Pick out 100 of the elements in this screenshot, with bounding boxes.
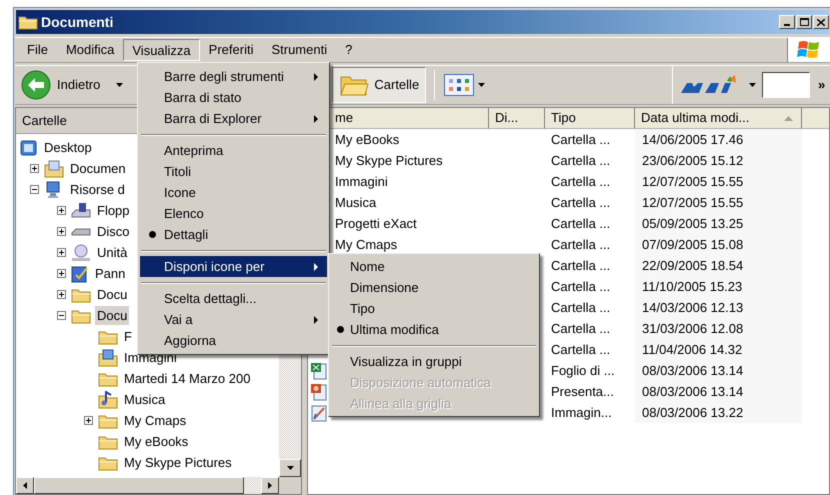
radio-bullet-icon — [337, 326, 344, 333]
collapse-toggle[interactable] — [57, 311, 66, 320]
table-cell-text: 07/09/2005 15.08 — [642, 236, 744, 254]
sort-arrow-icon — [784, 116, 793, 120]
column-header[interactable]: Di... — [489, 108, 545, 129]
expand-toggle[interactable] — [30, 164, 39, 173]
close-button[interactable] — [813, 15, 829, 29]
back-button[interactable]: Indietro — [15, 68, 128, 102]
search-field[interactable] — [762, 72, 810, 98]
menu-bar-item[interactable]: File — [18, 39, 57, 61]
collapse-toggle[interactable] — [30, 185, 39, 194]
menu-item[interactable]: Dettagli — [140, 224, 327, 245]
menu-item[interactable]: Vai a — [140, 309, 327, 330]
scroll-down-button[interactable] — [279, 459, 301, 477]
tree-item[interactable]: Docu — [95, 306, 130, 326]
table-cell-text: 08/03/2006 13.14 — [642, 382, 744, 401]
caret-icon[interactable] — [478, 83, 486, 87]
tree-item[interactable]: My eBooks — [122, 432, 190, 452]
column-header[interactable]: Tipo — [545, 108, 635, 129]
scroll-thumb[interactable] — [34, 477, 244, 494]
tree-item[interactable]: My Skype Pictures — [122, 452, 234, 472]
folder-icon — [98, 454, 118, 470]
expand-toggle[interactable] — [57, 269, 66, 278]
table-cell: Cartella ... — [551, 216, 610, 231]
table-cell-text: 12/07/2005 15.55 — [642, 172, 744, 191]
file-name[interactable]: Immagini — [335, 172, 388, 192]
control-panel-icon — [71, 264, 89, 282]
documents-folder-icon — [44, 160, 64, 178]
tree-item[interactable]: Risorse d — [68, 180, 127, 200]
table-cell: Cartella ... — [551, 152, 610, 168]
menu-bar-item[interactable]: ? — [336, 39, 362, 61]
folder-icon — [18, 14, 38, 30]
pane-title: Cartelle — [22, 112, 67, 130]
caret-icon[interactable] — [749, 83, 756, 87]
file-name[interactable]: Musica — [335, 192, 376, 212]
close-icon — [817, 18, 825, 26]
table-cell: Cartella ... — [551, 300, 610, 315]
menu-item[interactable]: Nome — [331, 256, 537, 277]
menu-item[interactable]: Visualizza in gruppi — [331, 351, 537, 372]
file-name[interactable]: Progetti eXact — [335, 214, 417, 234]
tree-item[interactable]: Unità — [95, 242, 130, 262]
table-cell: Cartella ... — [551, 258, 610, 273]
file-name[interactable]: My Cmaps — [335, 234, 398, 254]
windows-logo-icon — [797, 39, 821, 61]
left-arrow-icon — [23, 482, 27, 489]
presentation-file-icon — [311, 382, 327, 400]
pictures-folder-icon — [98, 348, 118, 366]
menu-item[interactable]: Titoli — [140, 161, 327, 182]
expand-toggle[interactable] — [57, 227, 66, 236]
tree-item[interactable]: Docu — [95, 284, 130, 304]
down-arrow-icon — [286, 466, 294, 470]
tree-item[interactable]: Musica — [122, 390, 168, 410]
menu-bar-item[interactable]: Modifica — [56, 39, 124, 61]
table-cell: Cartella ... — [551, 342, 610, 357]
menu-bar-item[interactable]: Preferiti — [200, 39, 262, 61]
table-cell-text: 05/09/2005 13.25 — [642, 214, 744, 233]
tree-item[interactable]: Disco — [95, 222, 132, 242]
menu-item[interactable]: Barre degli strumenti — [140, 66, 327, 87]
tree-item[interactable]: My Cmaps — [122, 410, 188, 430]
file-name[interactable]: My Skype Pictures — [335, 150, 443, 170]
table-cell: Cartella ... — [551, 174, 610, 189]
menu-item[interactable]: Elenco — [140, 203, 327, 224]
menu-item[interactable]: Tipo — [331, 298, 537, 319]
tree-item[interactable]: Documen — [68, 158, 128, 178]
scroll-right-button[interactable] — [261, 477, 279, 494]
menu-item[interactable]: Aggiorna — [140, 330, 327, 351]
expand-toggle[interactable] — [84, 416, 93, 425]
folder-icon — [98, 370, 118, 386]
tree-item[interactable]: F — [122, 326, 134, 346]
cd-drive-icon — [71, 244, 91, 262]
table-cell: Cartella ... — [551, 132, 610, 147]
more-button[interactable]: » — [818, 75, 830, 95]
expand-toggle[interactable] — [57, 206, 66, 215]
folders-button[interactable]: Cartelle — [332, 67, 426, 103]
menu-item[interactable]: Barra di stato — [140, 87, 327, 108]
view-grid-icon[interactable] — [444, 74, 474, 96]
expand-toggle[interactable] — [57, 290, 66, 299]
tree-item[interactable]: Desktop — [42, 138, 94, 158]
expand-toggle[interactable] — [57, 248, 66, 257]
scroll-left-button[interactable] — [16, 477, 34, 494]
table-cell: Foglio di ... — [551, 362, 615, 378]
minimize-button[interactable] — [779, 15, 795, 29]
menu-item[interactable]: Dimensione — [331, 277, 537, 298]
menu-item[interactable]: Icone — [140, 182, 327, 203]
table-cell-text: 31/03/2006 12.08 — [642, 320, 744, 338]
menu-item[interactable]: Disponi icone per — [140, 256, 327, 277]
file-name[interactable]: My eBooks — [335, 130, 400, 150]
menu-bar-item[interactable]: Visualizza — [123, 39, 200, 61]
table-cell-text: 14/06/2005 17.46 — [642, 130, 744, 149]
menu-item[interactable]: Scelta dettagli... — [140, 288, 327, 309]
table-cell-text: 14/03/2006 12.13 — [642, 298, 744, 317]
folder-icon — [98, 412, 118, 428]
tree-item[interactable]: Martedi 14 Marzo 200 — [122, 368, 252, 388]
menu-item[interactable]: Anteprima — [140, 140, 327, 161]
horizontal-scrollbar[interactable] — [16, 477, 301, 494]
menu-bar-item[interactable]: Strumenti — [262, 39, 336, 61]
tree-item[interactable]: Flopp — [95, 200, 132, 220]
tree-item[interactable]: Pann — [93, 264, 128, 284]
menu-item[interactable]: Ultima modifica — [331, 319, 537, 340]
maximize-button[interactable] — [796, 15, 812, 29]
